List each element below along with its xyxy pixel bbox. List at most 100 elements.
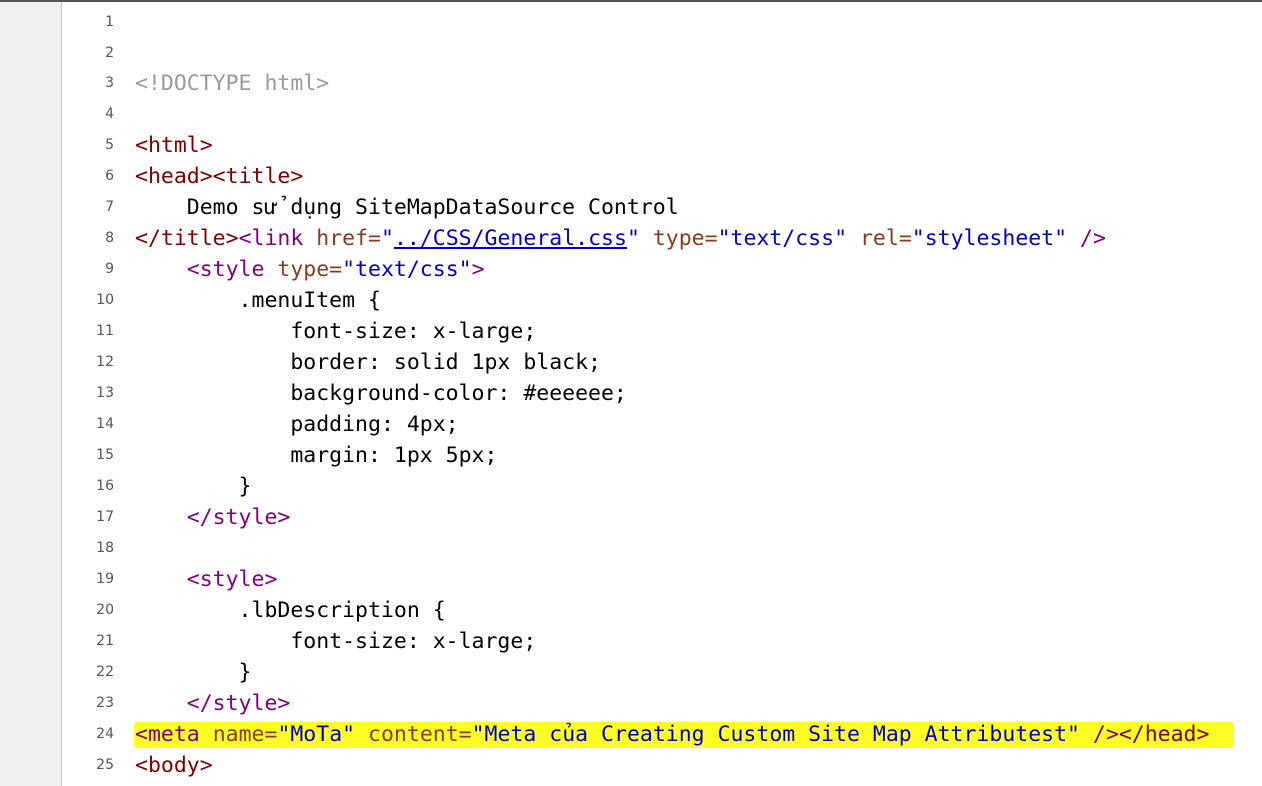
code-line-15[interactable]: 15 margin: 1px 5px;	[62, 440, 1262, 471]
title-text: Demo sử dụng SiteMapDataSource Control	[135, 195, 679, 220]
line-number: 20	[96, 602, 114, 618]
head-open-tag: <head>	[135, 164, 213, 189]
code-line-23[interactable]: 23 </style>	[62, 688, 1262, 719]
rel-value: "stylesheet"	[911, 226, 1068, 251]
line-content: }	[135, 660, 252, 685]
line-number-gutter	[0, 2, 62, 786]
code-line-12[interactable]: 12 border: solid 1px black;	[62, 347, 1262, 378]
tag-close: />	[1067, 226, 1106, 251]
title-open-tag: <title>	[212, 164, 304, 189]
line-number: 25	[96, 757, 114, 773]
stylesheet-link[interactable]: ../CSS/General.css	[394, 226, 627, 251]
line-number: 23	[96, 695, 114, 711]
line-number: 4	[105, 106, 114, 122]
line-number: 5	[105, 137, 114, 153]
style-open-tag: <style	[186, 257, 265, 282]
style-close-tag: </style>	[186, 691, 291, 716]
line-content: font-size: x-large;	[135, 319, 537, 344]
line-content: </style>	[135, 502, 291, 533]
line-content: font-size: x-large;	[135, 629, 537, 654]
code-line-22[interactable]: 22 }	[62, 657, 1262, 688]
tag-close: >	[471, 257, 485, 282]
quote: "	[380, 226, 394, 251]
line-number: 15	[96, 447, 114, 463]
line-number: 12	[96, 354, 114, 370]
code-line-17[interactable]: 17 </style>	[62, 502, 1262, 533]
code-area[interactable]: 1 2 3 <!DOCTYPE html> 4 5 <html> 6 <head…	[62, 2, 1262, 786]
line-number: 16	[96, 478, 114, 494]
line-number: 22	[96, 664, 114, 680]
code-editor[interactable]: 1 2 3 <!DOCTYPE html> 4 5 <html> 6 <head…	[0, 0, 1262, 786]
line-content: </style>	[135, 688, 291, 719]
code-line-24[interactable]: 24 <meta name="MoTa" content="Meta của C…	[62, 719, 1262, 750]
code-line-5[interactable]: 5 <html>	[62, 130, 1262, 161]
code-line-21[interactable]: 21 font-size: x-large;	[62, 626, 1262, 657]
line-content: }	[135, 474, 252, 499]
code-line-16[interactable]: 16 }	[62, 471, 1262, 502]
line-number: 3	[105, 75, 114, 91]
code-line-20[interactable]: 20 .lbDescription {	[62, 595, 1262, 626]
style-open-tag: <style>	[186, 567, 278, 592]
code-line-9[interactable]: 9 <style type="text/css">	[62, 254, 1262, 285]
code-line-1[interactable]: 1	[62, 7, 1262, 38]
line-content: background-color: #eeeeee;	[135, 381, 627, 406]
line-content: <!DOCTYPE html>	[135, 68, 329, 99]
doctype-declaration: <!DOCTYPE html>	[135, 71, 330, 96]
line-number: 17	[96, 509, 114, 525]
code-line-13[interactable]: 13 background-color: #eeeeee;	[62, 378, 1262, 409]
content-value: "Meta của Creating Custom Site Map Attri…	[471, 722, 1080, 747]
code-line-14[interactable]: 14 padding: 4px;	[62, 409, 1262, 440]
line-number: 2	[105, 45, 114, 61]
name-attribute: name=	[212, 722, 278, 747]
line-content: <head><title>	[135, 161, 303, 192]
line-content: <meta name="MoTa" content="Meta của Crea…	[135, 719, 1209, 750]
type-value: "text/css"	[717, 226, 848, 251]
line-number: 6	[105, 168, 114, 184]
line-number: 8	[105, 230, 114, 246]
rel-attribute: rel=	[859, 226, 912, 251]
code-line-10[interactable]: 10 .menuItem {	[62, 285, 1262, 316]
code-line-25[interactable]: 25 <body>	[62, 750, 1262, 781]
code-line-7[interactable]: 7 Demo sử dụng SiteMapDataSource Control	[62, 192, 1262, 223]
line-content: </title><link href="../CSS/General.css" …	[135, 223, 1106, 254]
line-number: 9	[105, 261, 114, 277]
line-content: .menuItem {	[135, 288, 381, 313]
meta-open-tag: <meta	[135, 722, 200, 747]
line-content: <body>	[135, 750, 213, 781]
code-line-18[interactable]: 18	[62, 533, 1262, 564]
html-open-tag: <html>	[135, 133, 213, 158]
line-number: 14	[96, 416, 114, 432]
line-content: <html>	[135, 130, 213, 161]
head-close-tag: </head>	[1118, 722, 1210, 747]
line-number: 10	[96, 292, 114, 308]
code-line-19[interactable]: 19 <style>	[62, 564, 1262, 595]
line-content: margin: 1px 5px;	[135, 443, 498, 468]
code-line-3[interactable]: 3 <!DOCTYPE html>	[62, 68, 1262, 99]
line-content: .lbDescription {	[135, 598, 446, 623]
style-close-tag: </style>	[186, 505, 291, 530]
type-attribute: type=	[652, 226, 718, 251]
body-open-tag: <body>	[135, 753, 213, 778]
code-line-8[interactable]: 8 </title><link href="../CSS/General.css…	[62, 223, 1262, 254]
line-number: 24	[96, 726, 114, 742]
line-content: border: solid 1px black;	[135, 350, 601, 375]
code-line-4[interactable]: 4	[62, 99, 1262, 130]
line-content: <style type="text/css">	[135, 254, 485, 285]
line-number: 7	[105, 199, 114, 215]
type-attribute: type=	[277, 257, 343, 282]
line-number: 11	[96, 323, 114, 339]
line-number: 18	[96, 540, 114, 556]
code-line-6[interactable]: 6 <head><title>	[62, 161, 1262, 192]
code-line-11[interactable]: 11 font-size: x-large;	[62, 316, 1262, 347]
line-content: <style>	[135, 564, 278, 595]
title-close-tag: </title>	[135, 226, 239, 251]
line-content: padding: 4px;	[135, 412, 459, 437]
line-number: 19	[96, 571, 114, 587]
code-line-2[interactable]: 2	[62, 38, 1262, 69]
content-attribute: content=	[368, 722, 472, 747]
href-attribute: href=	[316, 226, 381, 251]
